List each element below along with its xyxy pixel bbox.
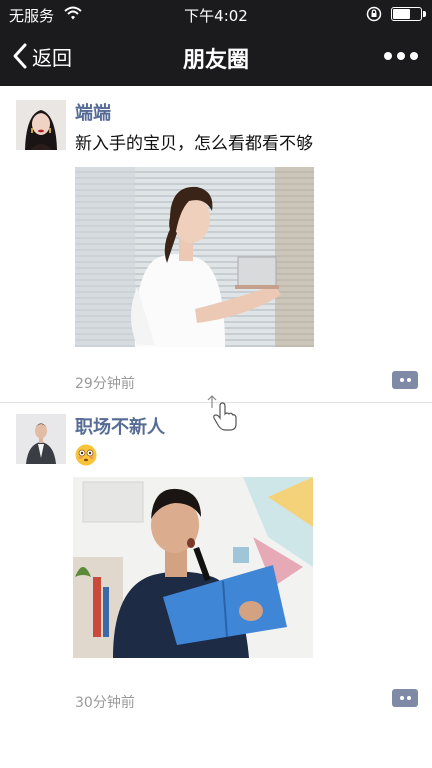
comment-button[interactable] xyxy=(392,689,418,707)
hand-pointer-cursor-icon xyxy=(207,395,237,431)
flushed-face-emoji-icon xyxy=(75,444,97,466)
post-timestamp: 29分钟前 xyxy=(75,376,135,392)
avatar-image xyxy=(16,414,66,464)
comment-button[interactable] xyxy=(392,371,418,389)
feed-post: 端端 新入手的宝贝，怎么看都看不够 29分钟前 xyxy=(0,86,432,403)
navigation-bar: 返回 朋友圈 xyxy=(0,28,432,86)
dot-icon xyxy=(399,696,404,700)
status-bar: 无服务 下午4:02 xyxy=(0,0,432,28)
dot-icon xyxy=(384,52,392,60)
post-photo[interactable] xyxy=(73,477,313,658)
battery-tip xyxy=(423,11,426,17)
post-author-name[interactable]: 端端 xyxy=(75,99,111,125)
top-bar: 无服务 下午4:02 返回 朋友圈 xyxy=(0,0,432,86)
avatar-image xyxy=(16,100,66,150)
avatar[interactable] xyxy=(16,100,66,150)
page-title: 朋友圈 xyxy=(182,48,249,73)
post-photo[interactable] xyxy=(75,167,314,347)
battery-icon xyxy=(391,7,426,21)
feed-post: 职场不新人 30分钟前 xyxy=(0,404,432,768)
post-timestamp: 30分钟前 xyxy=(75,695,135,711)
dot-icon xyxy=(406,378,411,382)
rotation-lock-icon xyxy=(366,6,382,22)
post-author-name[interactable]: 职场不新人 xyxy=(75,413,165,439)
dot-icon xyxy=(399,378,404,382)
dot-icon xyxy=(397,52,405,60)
avatar[interactable] xyxy=(16,414,66,464)
photo-woman-with-laptop xyxy=(75,167,314,347)
more-options-button[interactable] xyxy=(384,50,418,62)
photo-man-singing xyxy=(73,477,313,658)
post-text: 新入手的宝贝，怎么看都看不够 xyxy=(75,134,313,154)
battery-level xyxy=(393,9,410,19)
dot-icon xyxy=(410,52,418,60)
dot-icon xyxy=(406,696,411,700)
